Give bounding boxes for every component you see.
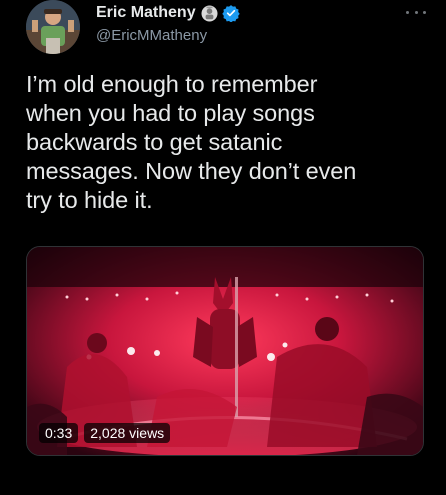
more-icon[interactable] bbox=[406, 6, 426, 18]
more-dot bbox=[423, 10, 426, 14]
more-dot bbox=[406, 10, 409, 14]
verified-badge-icon[interactable] bbox=[221, 4, 240, 22]
affiliate-badge-icon[interactable] bbox=[201, 5, 218, 22]
avatar-image bbox=[26, 0, 80, 54]
avatar[interactable] bbox=[26, 0, 80, 54]
name-row: Eric Matheny bbox=[96, 2, 240, 24]
video-meta: 0:33 2,028 views bbox=[39, 423, 171, 443]
author-block: Eric Matheny @EricMMatheny bbox=[96, 2, 240, 46]
video-views: 2,028 views bbox=[84, 423, 171, 443]
tweet-text: I’m old enough to remember when you had … bbox=[26, 71, 357, 213]
video-duration: 0:33 bbox=[39, 423, 79, 443]
tweet: Eric Matheny @EricMMatheny I’m old enoug… bbox=[0, 0, 446, 495]
handle[interactable]: @EricMMatheny bbox=[96, 27, 240, 44]
more-dot bbox=[414, 10, 418, 14]
display-name[interactable]: Eric Matheny bbox=[96, 4, 196, 22]
video-player[interactable]: 0:33 2,028 views bbox=[26, 246, 424, 456]
